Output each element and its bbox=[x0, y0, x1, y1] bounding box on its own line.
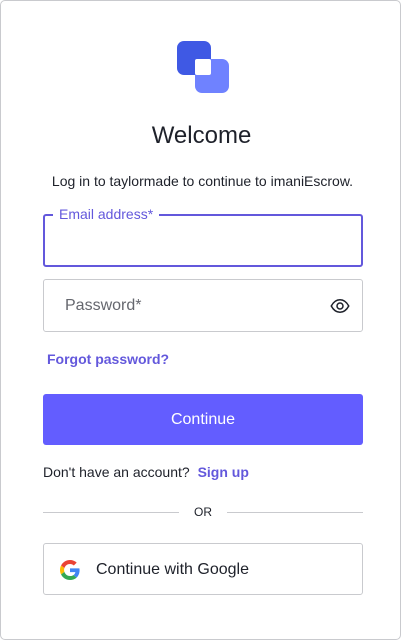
eye-icon[interactable] bbox=[330, 296, 350, 316]
login-card: Welcome Log in to taylormade to continue… bbox=[0, 0, 401, 640]
signup-prompt: Don't have an account? bbox=[43, 464, 190, 480]
page-title: Welcome bbox=[151, 122, 252, 149]
google-button-label: Continue with Google bbox=[96, 561, 249, 578]
divider-line-right bbox=[227, 512, 363, 513]
or-divider: OR bbox=[43, 503, 363, 521]
email-field[interactable]: Email address* bbox=[43, 206, 363, 267]
password-field[interactable] bbox=[43, 279, 363, 332]
password-input[interactable] bbox=[44, 280, 362, 331]
sign-up-link[interactable]: Sign up bbox=[198, 464, 249, 480]
continue-button[interactable]: Continue bbox=[43, 394, 363, 445]
continue-with-google-button[interactable]: Continue with Google bbox=[43, 543, 363, 595]
google-g-icon bbox=[60, 560, 80, 580]
email-input[interactable] bbox=[45, 216, 361, 265]
forgot-password-link[interactable]: Forgot password? bbox=[47, 350, 169, 368]
signup-row: Don't have an account? Sign up bbox=[43, 463, 249, 481]
page-subtitle: Log in to taylormade to continue to iman… bbox=[51, 173, 354, 189]
overlapping-squares-logo-icon bbox=[177, 41, 229, 93]
